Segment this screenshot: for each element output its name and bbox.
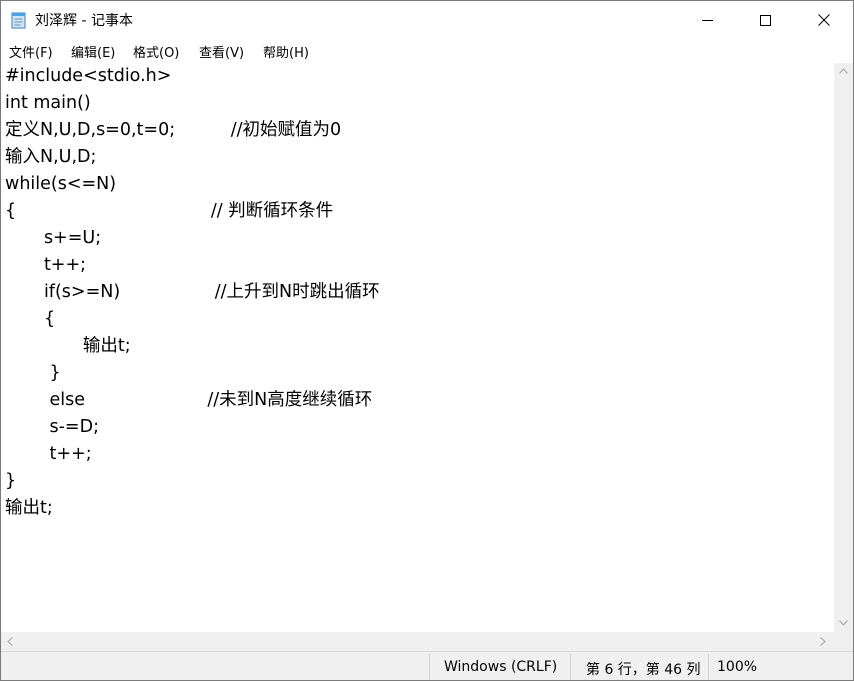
minimize-button[interactable]: [678, 1, 736, 39]
code-line: t++;: [5, 255, 87, 275]
code-line: t++;: [5, 444, 92, 464]
code-line: 输出t;: [5, 336, 131, 356]
code-line: }: [5, 471, 17, 491]
menu-help[interactable]: 帮助(H): [263, 42, 309, 61]
code-line: while(s<=N): [5, 174, 117, 194]
code-line: 输出t;: [5, 498, 53, 518]
status-bar: Windows (CRLF) 第 6 行，第 46 列 100%: [1, 651, 853, 680]
status-divider: [429, 654, 430, 680]
window-title: 刘泽辉 - 记事本: [35, 13, 133, 29]
menu-view[interactable]: 查看(V): [199, 42, 244, 61]
maximize-icon: [759, 14, 771, 26]
code-line: 输入N,U,D;: [5, 147, 97, 167]
menu-format[interactable]: 格式(O): [133, 42, 179, 61]
title-bar[interactable]: 刘泽辉 - 记事本: [1, 1, 853, 39]
notepad-window: 刘泽辉 - 记事本 文件(F) 编辑(E) 格式(O) 查看(V) 帮助(H) …: [0, 0, 854, 681]
minimize-icon: [701, 15, 713, 26]
horizontal-scrollbar[interactable]: [1, 632, 834, 651]
scroll-left-icon[interactable]: [7, 637, 13, 649]
code-line: 定义N,U,D,s=0,t=0; //初始赋值为0: [5, 120, 342, 140]
code-line: { // 判断循环条件: [5, 201, 334, 221]
vertical-scrollbar[interactable]: [834, 63, 853, 632]
code-line: if(s>=N) //上升到N时跳出循环: [5, 282, 380, 302]
notepad-icon: [11, 11, 27, 29]
menu-bar: 文件(F) 编辑(E) 格式(O) 查看(V) 帮助(H): [1, 39, 853, 63]
scroll-right-icon[interactable]: [820, 637, 826, 649]
code-line: }: [5, 363, 61, 383]
scrollbar-corner: [834, 632, 853, 651]
scroll-down-icon[interactable]: [839, 619, 848, 629]
status-cursor-position: 第 6 行，第 46 列: [586, 662, 701, 678]
status-divider: [708, 654, 709, 680]
status-encoding: Windows (CRLF): [444, 659, 558, 675]
text-editor-area[interactable]: #include<stdio.h> int main() 定义N,U,D,s=0…: [1, 63, 834, 632]
scroll-up-icon[interactable]: [839, 67, 848, 77]
code-line: else //未到N高度继续循环: [5, 390, 373, 410]
code-line: {: [5, 309, 56, 329]
status-divider: [570, 654, 571, 680]
close-button[interactable]: [795, 1, 853, 39]
menu-file[interactable]: 文件(F): [9, 42, 53, 61]
code-line: s+=U;: [5, 228, 102, 248]
close-icon: [818, 14, 830, 26]
code-line: s-=D;: [5, 417, 99, 437]
status-zoom: 100%: [717, 659, 758, 675]
menu-edit[interactable]: 编辑(E): [71, 42, 115, 61]
maximize-button[interactable]: [736, 1, 794, 39]
code-line: #include<stdio.h>: [5, 66, 172, 86]
code-line: int main(): [5, 93, 91, 113]
